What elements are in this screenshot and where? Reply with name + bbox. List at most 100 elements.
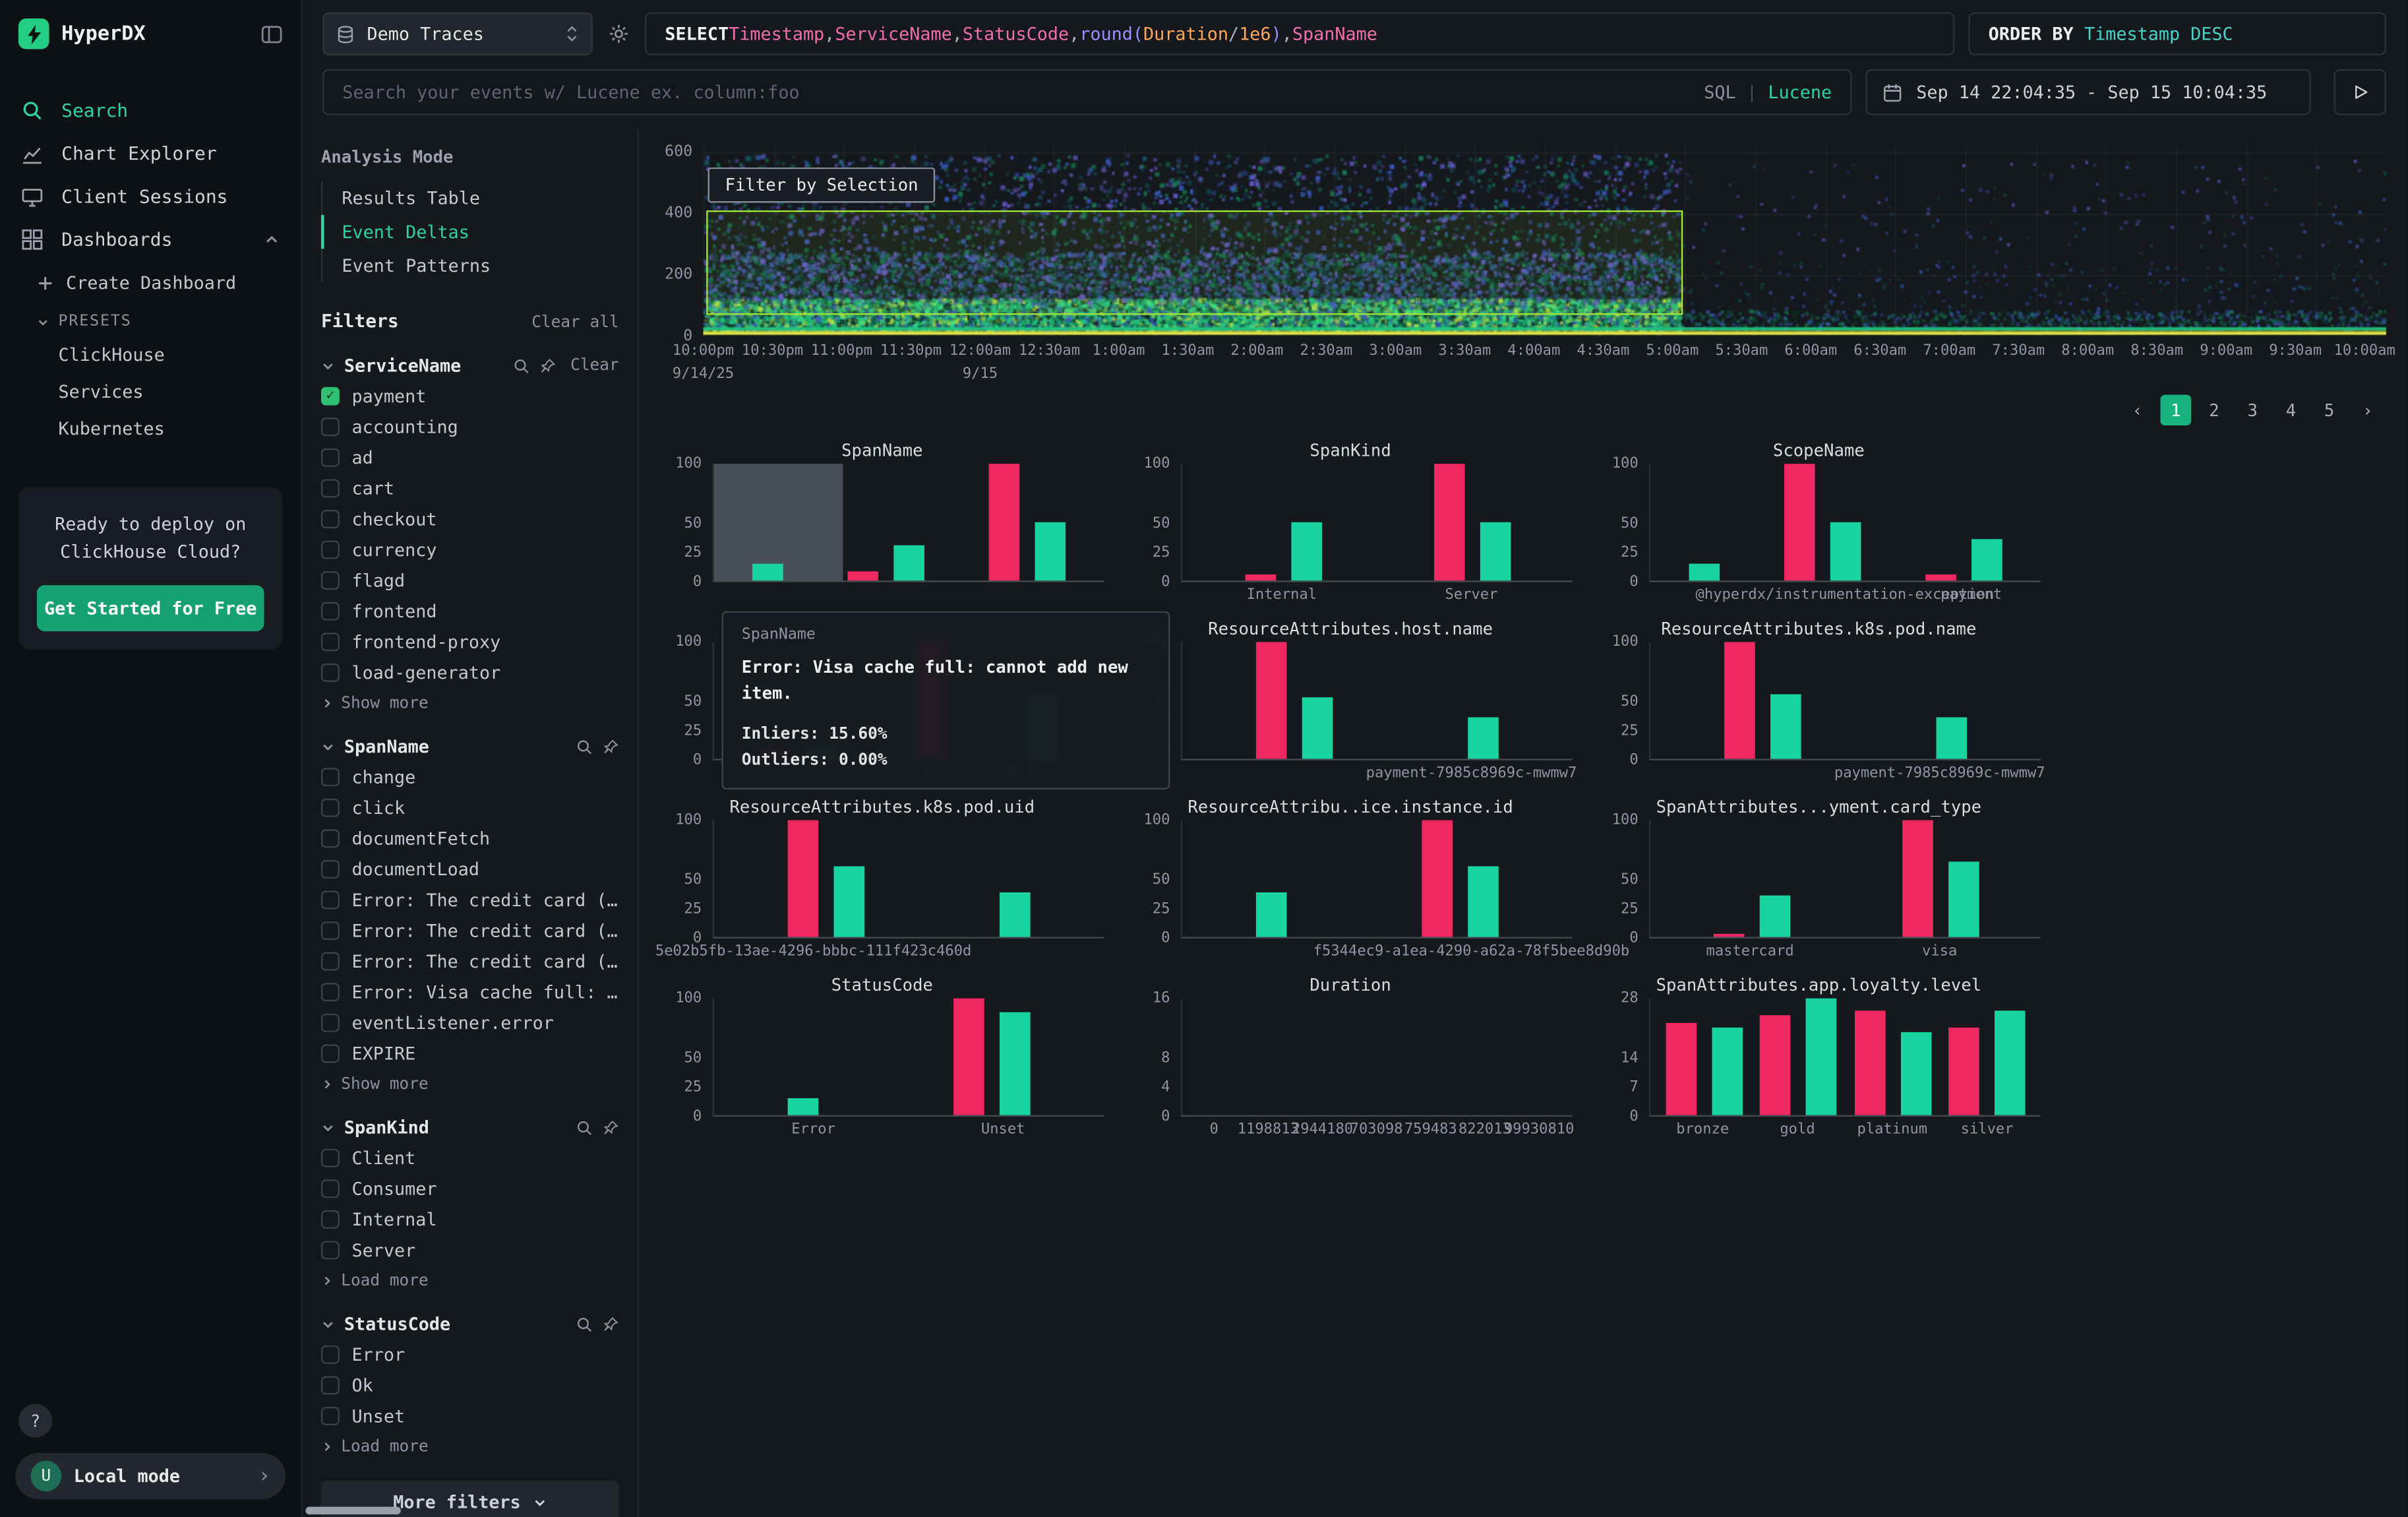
- checkbox[interactable]: [321, 860, 340, 879]
- filter-by-selection-button[interactable]: Filter by Selection: [708, 168, 935, 203]
- checkbox[interactable]: [321, 921, 340, 940]
- search-icon[interactable]: [514, 357, 531, 374]
- page-button-4[interactable]: 4: [2275, 394, 2306, 425]
- filter-option[interactable]: eventListener.error: [321, 1008, 619, 1039]
- checkbox[interactable]: [321, 541, 340, 559]
- analysis-mode-event-patterns[interactable]: Event Patterns: [320, 249, 619, 282]
- filter-option[interactable]: Client: [321, 1143, 619, 1174]
- source-select[interactable]: Demo Traces: [322, 13, 593, 55]
- checkbox[interactable]: [321, 602, 340, 621]
- filter-option[interactable]: Consumer: [321, 1173, 619, 1204]
- heatmap-plot[interactable]: Filter by Selection: [704, 144, 2386, 336]
- presets-toggle[interactable]: PRESETS: [0, 303, 301, 336]
- clear-filter-button[interactable]: Clear: [570, 356, 619, 375]
- chart-plot[interactable]: [713, 999, 1104, 1117]
- pin-icon[interactable]: [539, 357, 557, 374]
- prev-page-button[interactable]: ‹: [2122, 394, 2153, 425]
- checkbox[interactable]: [321, 1241, 340, 1260]
- run-query-button[interactable]: [2334, 69, 2386, 115]
- checkbox[interactable]: ✓: [321, 387, 340, 406]
- filter-option[interactable]: click: [321, 793, 619, 824]
- time-selection-region[interactable]: [707, 210, 1683, 315]
- chart-plot[interactable]: [1181, 820, 1573, 939]
- filter-option[interactable]: cart: [321, 473, 619, 504]
- filter-option[interactable]: Error: [321, 1340, 619, 1371]
- page-button-2[interactable]: 2: [2199, 394, 2230, 425]
- filter-option[interactable]: documentFetch: [321, 823, 619, 854]
- analysis-mode-event-deltas[interactable]: Event Deltas: [320, 215, 619, 249]
- analysis-mode-results-table[interactable]: Results Table: [320, 181, 619, 215]
- checkbox[interactable]: [321, 829, 340, 848]
- chart-plot[interactable]: [713, 820, 1104, 939]
- filter-option[interactable]: Server: [321, 1235, 619, 1266]
- get-started-button[interactable]: Get Started for Free: [37, 584, 264, 631]
- pin-icon[interactable]: [602, 1316, 619, 1333]
- preset-clickhouse[interactable]: ClickHouse: [0, 336, 301, 373]
- checkbox[interactable]: [321, 1149, 340, 1167]
- search-input[interactable]: [342, 81, 1691, 103]
- chart-plot[interactable]: [1649, 999, 2041, 1117]
- chart-plot[interactable]: [1181, 464, 1573, 582]
- checkbox[interactable]: [321, 449, 340, 467]
- sql-mode-toggle[interactable]: SQL: [1704, 81, 1735, 103]
- filter-option[interactable]: Error: The credit card (…: [321, 884, 619, 915]
- filter-option[interactable]: Unset: [321, 1401, 619, 1432]
- filter-option[interactable]: checkout: [321, 504, 619, 535]
- checkbox[interactable]: [321, 633, 340, 651]
- page-button-5[interactable]: 5: [2314, 394, 2345, 425]
- checkbox[interactable]: [321, 1210, 340, 1229]
- chart-plot[interactable]: [1181, 642, 1573, 760]
- nav-search[interactable]: Search: [0, 89, 301, 132]
- checkbox[interactable]: [321, 664, 340, 682]
- nav-client-sessions[interactable]: Client Sessions: [0, 175, 301, 218]
- checkbox[interactable]: [321, 418, 340, 436]
- local-mode-button[interactable]: U Local mode ›: [15, 1453, 286, 1499]
- nav-dashboards[interactable]: Dashboards: [0, 218, 301, 261]
- chart-plot[interactable]: [1181, 999, 1573, 1117]
- page-button-3[interactable]: 3: [2237, 394, 2268, 425]
- filter-option[interactable]: Ok: [321, 1370, 619, 1401]
- show-more-link[interactable]: Show more: [321, 688, 619, 712]
- checkbox[interactable]: [321, 1014, 340, 1032]
- checkbox[interactable]: [321, 480, 340, 498]
- filter-option[interactable]: ✓payment: [321, 381, 619, 412]
- collapse-sidebar-icon[interactable]: [261, 24, 283, 44]
- show-more-link[interactable]: Show more: [321, 1069, 619, 1094]
- checkbox[interactable]: [321, 891, 340, 910]
- clear-all-button[interactable]: Clear all: [531, 313, 619, 332]
- filter-option[interactable]: ad: [321, 443, 619, 474]
- search-icon[interactable]: [576, 738, 593, 755]
- pin-icon[interactable]: [602, 738, 619, 755]
- filter-option[interactable]: Error: The credit card (…: [321, 946, 619, 977]
- order-by-input[interactable]: ORDER BY Timestamp DESC: [1968, 13, 2386, 55]
- checkbox[interactable]: [321, 768, 340, 786]
- chart-plot[interactable]: [713, 464, 1104, 582]
- chart-plot[interactable]: [1649, 642, 2041, 760]
- filter-option[interactable]: flagd: [321, 565, 619, 596]
- filter-option[interactable]: EXPIRE: [321, 1038, 619, 1069]
- show-more-link[interactable]: Load more: [321, 1266, 619, 1290]
- chevron-down-icon[interactable]: [321, 1121, 335, 1134]
- create-dashboard-button[interactable]: Create Dashboard: [0, 261, 301, 303]
- filter-option[interactable]: Error: The credit card (…: [321, 915, 619, 946]
- filter-option[interactable]: frontend: [321, 596, 619, 627]
- filter-option[interactable]: currency: [321, 534, 619, 565]
- checkbox[interactable]: [321, 510, 340, 528]
- search-icon[interactable]: [576, 1316, 593, 1333]
- chart-plot[interactable]: [1649, 464, 2041, 582]
- help-button[interactable]: ?: [18, 1404, 52, 1437]
- checkbox[interactable]: [321, 1407, 340, 1425]
- filter-option[interactable]: load-generator: [321, 658, 619, 689]
- checkbox[interactable]: [321, 1179, 340, 1198]
- pin-icon[interactable]: [602, 1119, 619, 1136]
- show-more-link[interactable]: Load more: [321, 1431, 619, 1456]
- filter-option[interactable]: Internal: [321, 1204, 619, 1235]
- checkbox[interactable]: [321, 1377, 340, 1395]
- checkbox[interactable]: [321, 1045, 340, 1063]
- filter-option[interactable]: change: [321, 762, 619, 793]
- horizontal-scrollbar-thumb[interactable]: [305, 1506, 400, 1514]
- next-page-button[interactable]: ›: [2353, 394, 2384, 425]
- preset-kubernetes[interactable]: Kubernetes: [0, 410, 301, 447]
- date-range-picker[interactable]: Sep 14 22:04:35 - Sep 15 10:04:35: [1865, 69, 2310, 115]
- preset-services[interactable]: Services: [0, 373, 301, 410]
